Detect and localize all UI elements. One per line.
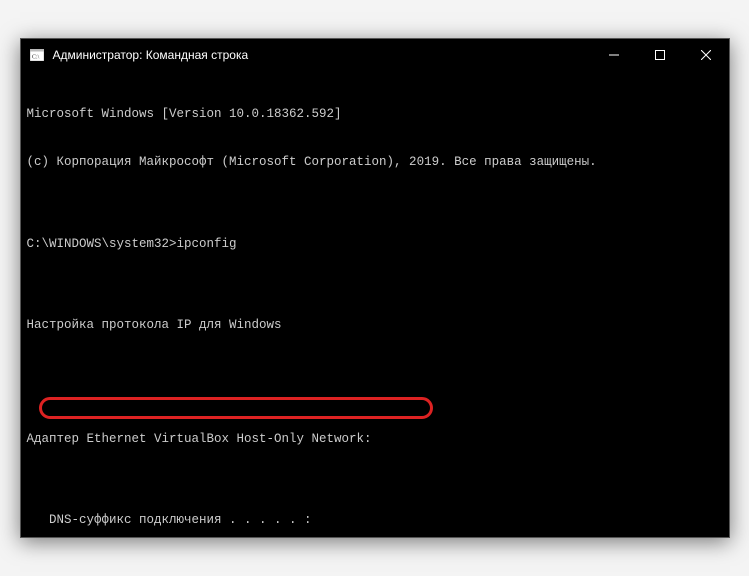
output-line: (c) Корпорация Майкрософт (Microsoft Cor… <box>27 154 723 170</box>
app-icon: C:\ <box>29 47 45 63</box>
titlebar[interactable]: C:\ Администратор: Командная строка <box>21 39 729 71</box>
terminal-output[interactable]: Microsoft Windows [Version 10.0.18362.59… <box>21 71 729 537</box>
svg-text:C:\: C:\ <box>32 55 40 61</box>
adapter-header: Адаптер Ethernet VirtualBox Host-Only Ne… <box>27 431 723 447</box>
highlight-annotation <box>39 397 433 419</box>
window-title: Администратор: Командная строка <box>53 48 591 62</box>
prompt-line: C:\WINDOWS\system32>ipconfig <box>27 236 723 252</box>
output-line: Настройка протокола IP для Windows <box>27 317 723 333</box>
maximize-button[interactable] <box>637 39 683 71</box>
output-line: Microsoft Windows [Version 10.0.18362.59… <box>27 106 723 122</box>
minimize-button[interactable] <box>591 39 637 71</box>
window-controls <box>591 39 729 71</box>
output-line: DNS-суффикс подключения . . . . . : <box>27 512 723 528</box>
close-button[interactable] <box>683 39 729 71</box>
command-prompt-window: C:\ Администратор: Командная строка Micr… <box>20 38 730 538</box>
